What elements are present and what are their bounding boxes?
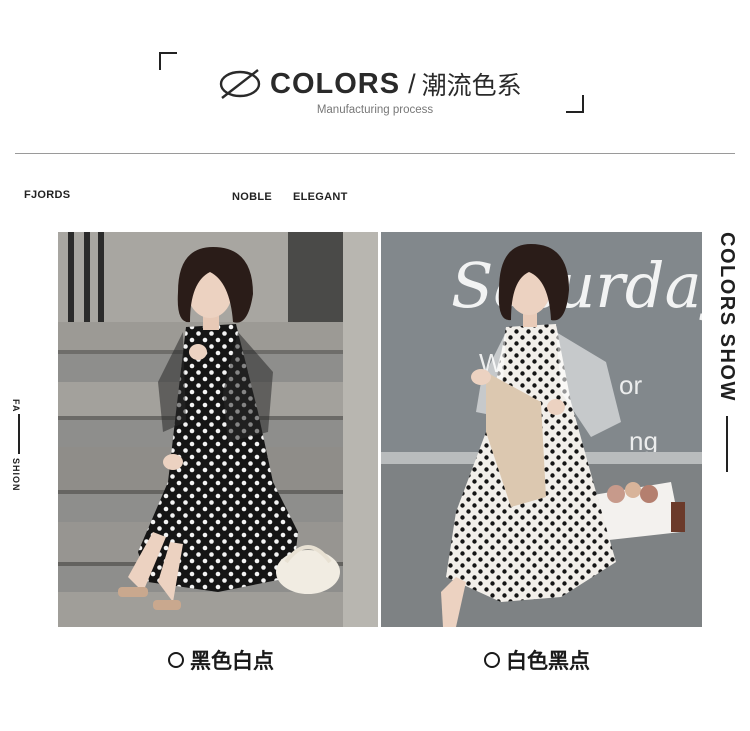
caption-text: 黑色白点: [190, 649, 274, 673]
storefront-line-3: or: [619, 370, 642, 400]
lens-logo-icon: [219, 69, 261, 99]
title-english: COLORS: [270, 67, 401, 100]
corner-bracket-top-left: [159, 52, 177, 70]
caption-black-white-dots: 黑色白点: [168, 645, 274, 675]
storefront-script: Saturdays: [451, 249, 702, 322]
side-label-shion: SHION: [11, 458, 21, 492]
colors-show-label: COLORS SHOW: [716, 232, 738, 402]
side-divider-left: [18, 414, 20, 454]
side-divider-right: [726, 416, 728, 472]
title-slash: /: [408, 68, 416, 99]
divider: [15, 153, 735, 154]
circle-bullet-icon: [484, 652, 500, 668]
noble-label: NOBLE: [232, 191, 272, 203]
caption-text: 白色黑点: [506, 649, 590, 673]
page-title: COLORS / 潮流色系: [218, 64, 522, 104]
subtitle: Manufacturing process: [316, 104, 434, 116]
storefront-line-4: ng: [629, 426, 658, 456]
brand-label: FJORDS: [24, 189, 71, 201]
product-photo-white-dress: Saturdays We or ng: [381, 232, 702, 627]
elegant-label: ELEGANT: [293, 191, 348, 203]
side-label-fa: FA: [11, 399, 21, 413]
caption-white-black-dots: 白色黑点: [484, 645, 590, 675]
title-chinese: 潮流色系: [421, 71, 522, 100]
product-photo-black-dress: [58, 232, 378, 627]
circle-bullet-icon: [168, 652, 184, 668]
